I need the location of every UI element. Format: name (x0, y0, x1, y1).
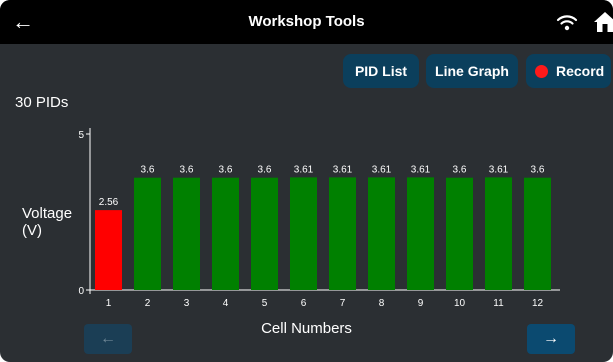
bar-value-label: 3.61 (411, 164, 431, 175)
device-screen: ← Workshop Tools PID List Line Graph Rec… (0, 0, 613, 362)
x-tick-label: 2 (145, 298, 151, 309)
bar-cell-8 (368, 177, 395, 290)
bar-cell-12 (524, 177, 551, 290)
x-tick-label: 1 (106, 298, 112, 309)
bar-value-label: 3.61 (333, 164, 353, 175)
bar-value-label: 3.61 (372, 164, 392, 175)
x-tick-label: 5 (262, 298, 268, 309)
x-tick-label: 7 (340, 298, 346, 309)
bar-cell-11 (485, 177, 512, 290)
x-tick-label: 12 (532, 298, 544, 309)
bar-value-label: 3.6 (180, 165, 194, 176)
bar-cell-1 (95, 210, 122, 290)
y-tick-label: 5 (78, 130, 84, 141)
bar-cell-10 (446, 177, 473, 290)
x-tick-label: 3 (184, 298, 190, 309)
next-page-button[interactable]: → (527, 324, 575, 354)
bar-value-label: 3.6 (258, 165, 272, 176)
voltage-bar-chart: 0 5 2.56 1 3.6 2 3.6 3 3.6 4 3.6 5 3.61 6 3.61 7 3.61 8 3.… (78, 128, 560, 309)
bar-cell-2 (134, 177, 161, 290)
y-tick-label: 0 (78, 286, 84, 297)
bar-cell-5 (251, 177, 278, 290)
bar-cell-4 (212, 177, 239, 290)
bar-value-label: 3.6 (531, 165, 545, 176)
bar-cell-3 (173, 177, 200, 290)
x-tick-label: 6 (301, 298, 307, 309)
bar-cell-9 (407, 177, 434, 290)
bar-value-label: 3.6 (219, 165, 233, 176)
bar-value-label: 2.56 (99, 197, 119, 208)
x-tick-label: 9 (418, 298, 424, 309)
bar-value-label: 3.6 (453, 165, 467, 176)
y-axis-label: Voltage (V) (22, 205, 73, 239)
previous-page-button[interactable]: ← (84, 324, 132, 354)
x-tick-label: 11 (493, 298, 504, 309)
bar-value-label: 3.61 (294, 164, 314, 175)
x-tick-label: 4 (223, 298, 229, 309)
bar-cell-7 (329, 177, 356, 290)
bar-cell-6 (290, 177, 317, 290)
bar-value-label: 3.6 (141, 165, 155, 176)
bar-value-label: 3.61 (489, 164, 509, 175)
x-tick-label: 8 (379, 298, 385, 309)
x-tick-label: 10 (454, 298, 466, 309)
